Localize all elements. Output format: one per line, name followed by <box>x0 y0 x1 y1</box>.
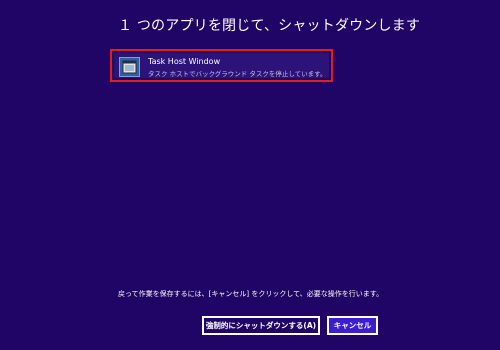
app-description: タスク ホストでバックグラウンド タスクを停止しています。 <box>148 70 327 78</box>
app-list-item-task-host-window[interactable]: Task Host Window タスク ホストでバックグラウンド タスクを停止… <box>110 49 333 82</box>
app-list-item-background: Task Host Window タスク ホストでバックグラウンド タスクを停止… <box>114 53 329 78</box>
window-app-icon <box>119 57 140 77</box>
dialog-title: １ つのアプリを閉じて、シャットダウンします <box>118 18 421 34</box>
cancel-button[interactable]: キャンセル <box>327 316 378 335</box>
instruction-text: 戻って作業を保存するには、[キャンセル] をクリックして、必要な操作を行います。 <box>118 290 384 298</box>
force-shutdown-button[interactable]: 強制的にシャットダウンする(A) <box>202 316 320 335</box>
app-name: Task Host Window <box>148 57 221 66</box>
